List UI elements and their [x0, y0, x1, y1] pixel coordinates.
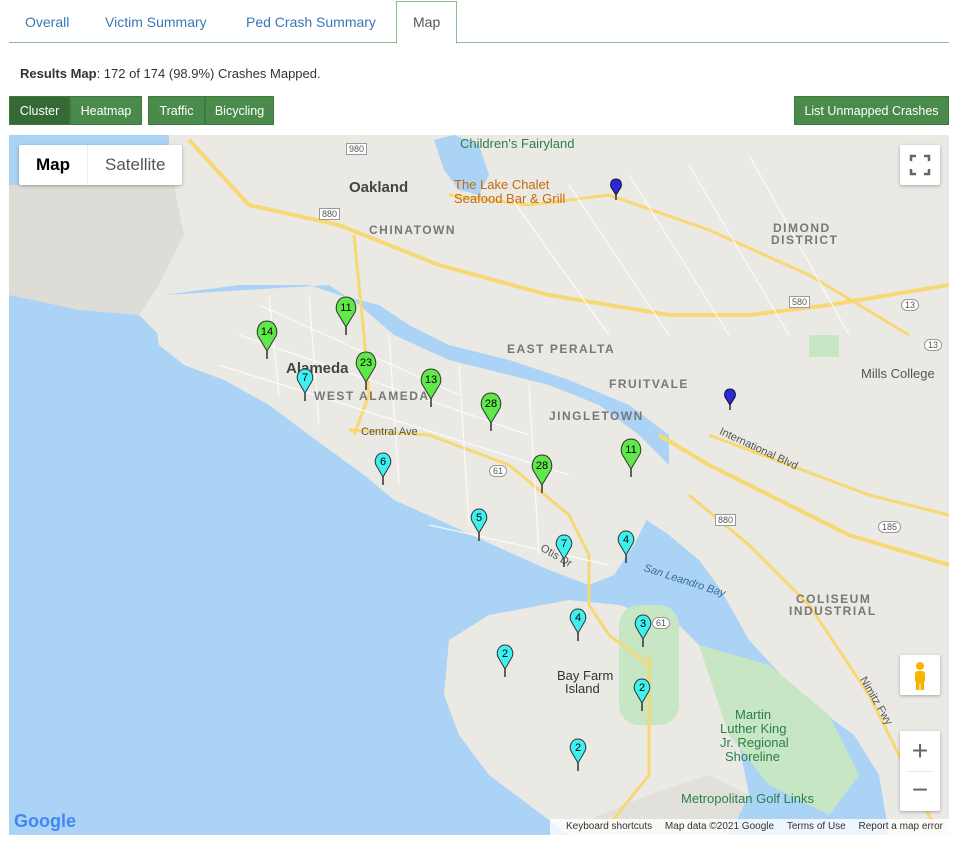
crash-markers-layer: 14 11 23 13 28 28 11 7 6 5 7 4 4 3 2 2 2 [256, 178, 736, 771]
zoom-control: + − [900, 731, 940, 811]
map-type-control: Map Satellite [19, 145, 183, 185]
tab-ped-crash-summary[interactable]: Ped Crash Summary [230, 2, 392, 43]
crash-marker[interactable]: 28 [480, 392, 502, 431]
pegman-icon [915, 662, 925, 690]
crash-marker[interactable]: 2 [633, 678, 651, 711]
street-view-pegman[interactable] [900, 655, 940, 695]
crash-marker[interactable]: 7 [296, 368, 314, 401]
crash-marker[interactable]: 3 [634, 614, 652, 647]
marker-count: 7 [561, 538, 567, 550]
marker-count: 28 [536, 460, 548, 472]
marker-count: 4 [575, 612, 581, 624]
crash-marker[interactable]: 11 [620, 438, 642, 477]
fullscreen-icon [909, 154, 931, 176]
tab-overall[interactable]: Overall [9, 2, 85, 43]
crash-marker[interactable]: 4 [569, 608, 587, 641]
marker-count: 3 [640, 618, 646, 630]
traffic-button[interactable]: Traffic [148, 96, 205, 125]
marker-count: 13 [425, 374, 437, 386]
marker-count: 28 [485, 398, 497, 410]
crash-marker[interactable]: 2 [496, 644, 514, 677]
marker-count: 7 [302, 372, 308, 384]
terms-of-use-link[interactable]: Terms of Use [787, 821, 846, 832]
crash-marker[interactable] [610, 178, 622, 200]
map-type-map[interactable]: Map [19, 145, 87, 185]
marker-count: 2 [639, 682, 645, 694]
report-map-error-link[interactable]: Report a map error [859, 821, 943, 832]
crash-marker[interactable]: 23 [355, 351, 377, 390]
marker-count: 6 [380, 456, 386, 468]
crash-map[interactable]: Oakland Alameda WEST ALAMEDA CHINATOWN E… [9, 135, 949, 835]
marker-count: 2 [575, 742, 581, 754]
marker-count: 11 [625, 444, 636, 456]
crash-marker[interactable] [724, 388, 736, 410]
crash-marker[interactable]: 6 [374, 452, 392, 485]
crash-marker[interactable]: 14 [256, 320, 278, 359]
marker-count: 11 [340, 302, 351, 314]
marker-count: 5 [476, 512, 482, 524]
cluster-button[interactable]: Cluster [9, 96, 70, 125]
keyboard-shortcuts-link[interactable]: Keyboard shortcuts [566, 821, 652, 832]
marker-count: 14 [261, 326, 273, 338]
results-summary: Results Map: 172 of 174 (98.9%) Crashes … [20, 66, 321, 81]
fullscreen-button[interactable] [900, 145, 940, 185]
bicycling-button[interactable]: Bicycling [205, 96, 274, 125]
map-attribution: Keyboard shortcuts Map data ©2021 Google… [549, 819, 949, 835]
crash-marker[interactable]: 5 [470, 508, 488, 541]
list-unmapped-crashes-button[interactable]: List Unmapped Crashes [794, 96, 949, 125]
google-logo[interactable]: Google [14, 811, 76, 832]
marker-count: 4 [623, 534, 629, 546]
zoom-out-button[interactable]: − [900, 772, 940, 811]
crash-marker[interactable]: 7 [555, 534, 573, 567]
zoom-in-button[interactable]: + [900, 731, 940, 771]
heatmap-button[interactable]: Heatmap [70, 96, 142, 125]
tab-bar: Overall Victim Summary Ped Crash Summary… [9, 0, 949, 44]
crash-marker[interactable]: 28 [531, 454, 553, 493]
tab-map[interactable]: Map [396, 1, 458, 44]
summary-text: : 172 of 174 (98.9%) Crashes Mapped. [96, 66, 321, 81]
tab-victim-summary[interactable]: Victim Summary [89, 2, 223, 43]
crash-marker[interactable]: 2 [569, 738, 587, 771]
crash-marker[interactable]: 11 [335, 296, 357, 335]
marker-count: 23 [360, 357, 372, 369]
crash-marker[interactable]: 4 [617, 530, 635, 563]
map-data-text: Map data ©2021 Google [664, 821, 775, 832]
map-type-satellite[interactable]: Satellite [87, 145, 182, 185]
crash-marker[interactable]: 13 [420, 368, 442, 407]
marker-count: 2 [502, 648, 508, 660]
summary-heading: Results Map [20, 66, 97, 81]
